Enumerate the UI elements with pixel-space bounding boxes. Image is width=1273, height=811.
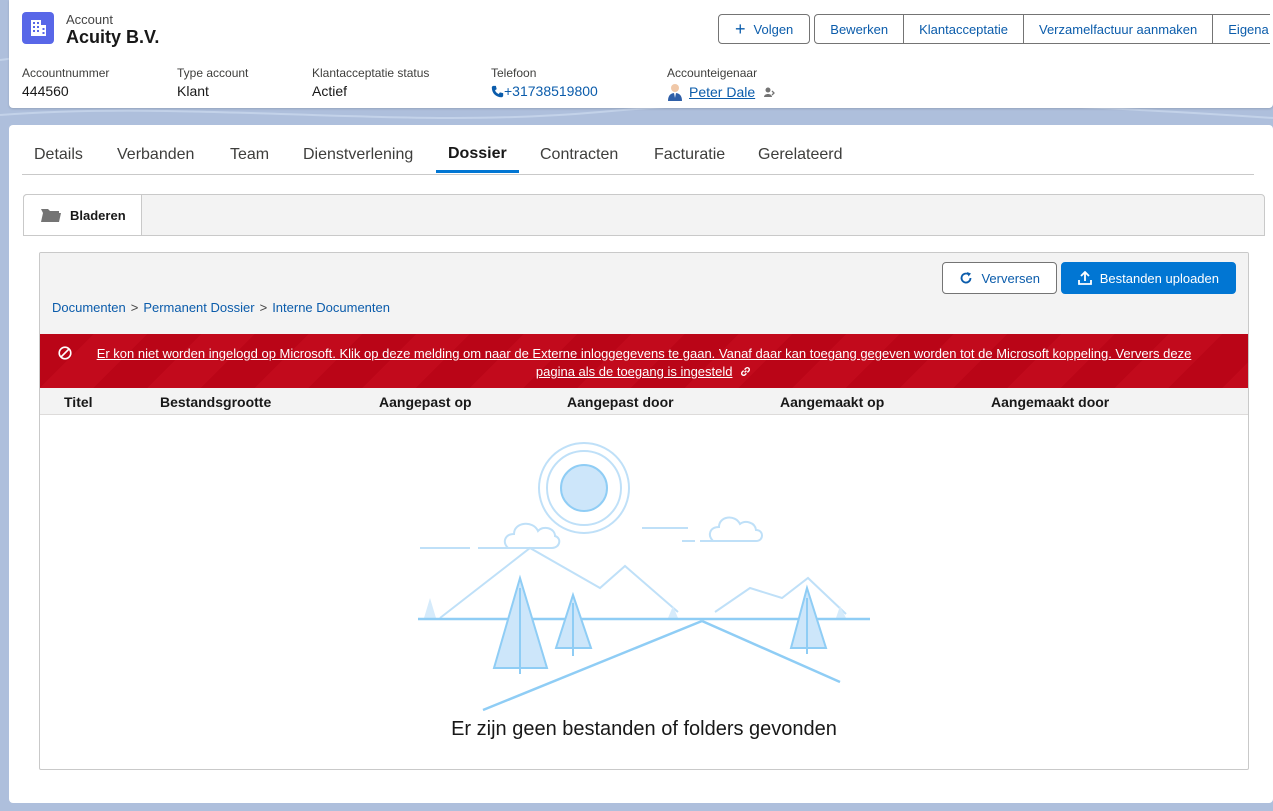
owner-name: Peter Dale <box>689 84 756 100</box>
field-phone: Telefoon +31738519800 <box>491 66 598 99</box>
breadcrumb-interne-documenten[interactable]: Interne Documenten <box>272 300 390 315</box>
owner-link[interactable]: Peter Dale <box>667 83 775 101</box>
phone-link[interactable]: +31738519800 <box>491 83 598 99</box>
dossier-card: Bladeren Verversen Bestanden uploaden Do… <box>23 194 1265 801</box>
phone-icon <box>491 85 504 98</box>
file-browser: Verversen Bestanden uploaden Documenten >… <box>23 235 1265 801</box>
microsoft-login-error-banner[interactable]: Er kon niet worden ingelogd op Microsoft… <box>40 334 1248 388</box>
record-type-label: Account <box>66 12 113 27</box>
column-modified-by[interactable]: Aangepast door <box>567 394 674 410</box>
plus-icon: + <box>735 19 746 39</box>
breadcrumb-separator: > <box>259 300 268 315</box>
field-label: Accounteigenaar <box>667 66 758 80</box>
tab-verbanden[interactable]: Verbanden <box>105 125 206 173</box>
field-label: Telefoon <box>491 66 537 80</box>
field-label: Type account <box>177 66 249 80</box>
field-account-owner: Accounteigenaar Peter Dale <box>667 66 775 101</box>
folder-icon <box>41 209 61 222</box>
column-title[interactable]: Titel <box>64 394 93 410</box>
tab-team[interactable]: Team <box>218 125 281 173</box>
tab-dossier[interactable]: Dossier <box>436 125 519 173</box>
upload-icon <box>1077 271 1092 285</box>
empty-state-illustration <box>418 442 870 712</box>
tab-facturatie[interactable]: Facturatie <box>642 125 737 173</box>
link-icon <box>741 367 751 376</box>
follow-label: Volgen <box>753 21 794 37</box>
column-created-on[interactable]: Aangemaakt op <box>780 394 884 410</box>
field-label: Accountnummer <box>22 66 110 80</box>
record-title: Acuity B.V. <box>66 27 160 47</box>
column-file-size[interactable]: Bestandsgrootte <box>160 394 271 410</box>
record-header: Account Acuity B.V. + Volgen Bewerken Kl… <box>9 0 1273 108</box>
column-created-by[interactable]: Aangemaakt door <box>991 394 1109 410</box>
phone-number: +31738519800 <box>504 83 598 99</box>
field-account-type: Type account Klant <box>177 66 248 99</box>
error-message-line2[interactable]: pagina als de toegang is ingesteld <box>536 364 733 379</box>
follow-button[interactable]: + Volgen <box>718 14 811 44</box>
refresh-button[interactable]: Verversen <box>942 262 1057 294</box>
account-building-icon <box>22 12 54 44</box>
field-acceptance-status: Klantacceptatie status Actief <box>312 66 429 99</box>
field-account-number: Accountnummer 444560 <box>22 66 109 99</box>
tab-gerelateerd[interactable]: Gerelateerd <box>746 125 855 173</box>
customer-acceptance-button[interactable]: Klantacceptatie <box>903 14 1024 44</box>
field-value: Klant <box>177 83 209 99</box>
file-table-header: Titel Bestandsgrootte Aangepast op Aange… <box>40 388 1248 415</box>
main-panel: Details Verbanden Team Dienstverlening D… <box>9 125 1273 803</box>
tab-bladeren[interactable]: Bladeren <box>23 194 142 235</box>
change-owner-icon[interactable] <box>763 86 775 98</box>
record-tabs: Details Verbanden Team Dienstverlening D… <box>22 125 1254 175</box>
tab-dienstverlening[interactable]: Dienstverlening <box>291 125 425 173</box>
breadcrumb-documenten[interactable]: Documenten <box>52 300 126 315</box>
error-message-line1[interactable]: Er kon niet worden ingelogd op Microsoft… <box>97 346 1192 361</box>
breadcrumb: Documenten > Permanent Dossier > Interne Doc… <box>52 300 390 315</box>
tab-details[interactable]: Details <box>22 125 95 173</box>
field-value: 444560 <box>22 83 69 99</box>
empty-state-message: Er zijn geen bestanden of folders gevond… <box>451 718 837 740</box>
edit-button[interactable]: Bewerken <box>814 14 905 44</box>
column-modified-on[interactable]: Aangepast op <box>379 394 472 410</box>
avatar <box>668 84 682 101</box>
tab-contracten[interactable]: Contracten <box>528 125 630 173</box>
breadcrumb-permanent-dossier[interactable]: Permanent Dossier <box>143 300 254 315</box>
file-browser-panel: Verversen Bestanden uploaden Documenten >… <box>39 252 1249 770</box>
upload-label: Bestanden uploaden <box>1099 270 1219 286</box>
tab-bladeren-label: Bladeren <box>70 207 126 223</box>
field-value: Actief <box>312 83 348 99</box>
breadcrumb-separator: > <box>130 300 139 315</box>
header-actions: + Volgen Bewerken Klantacceptatie Verzam… <box>718 14 1271 44</box>
field-label: Klantacceptatie status <box>312 66 430 80</box>
refresh-label: Verversen <box>981 270 1040 286</box>
ban-icon <box>58 346 72 360</box>
upload-files-button[interactable]: Bestanden uploaden <box>1060 262 1236 294</box>
action-button-group: Bewerken Klantacceptatie Verzamelfactuur… <box>814 14 1271 44</box>
refresh-icon <box>961 272 972 284</box>
file-toolbar: Verversen Bestanden uploaden Documenten >… <box>40 253 1248 334</box>
change-owner-button[interactable]: Eigena <box>1212 14 1271 44</box>
create-collective-invoice-button[interactable]: Verzamelfactuur aanmaken <box>1023 14 1214 44</box>
